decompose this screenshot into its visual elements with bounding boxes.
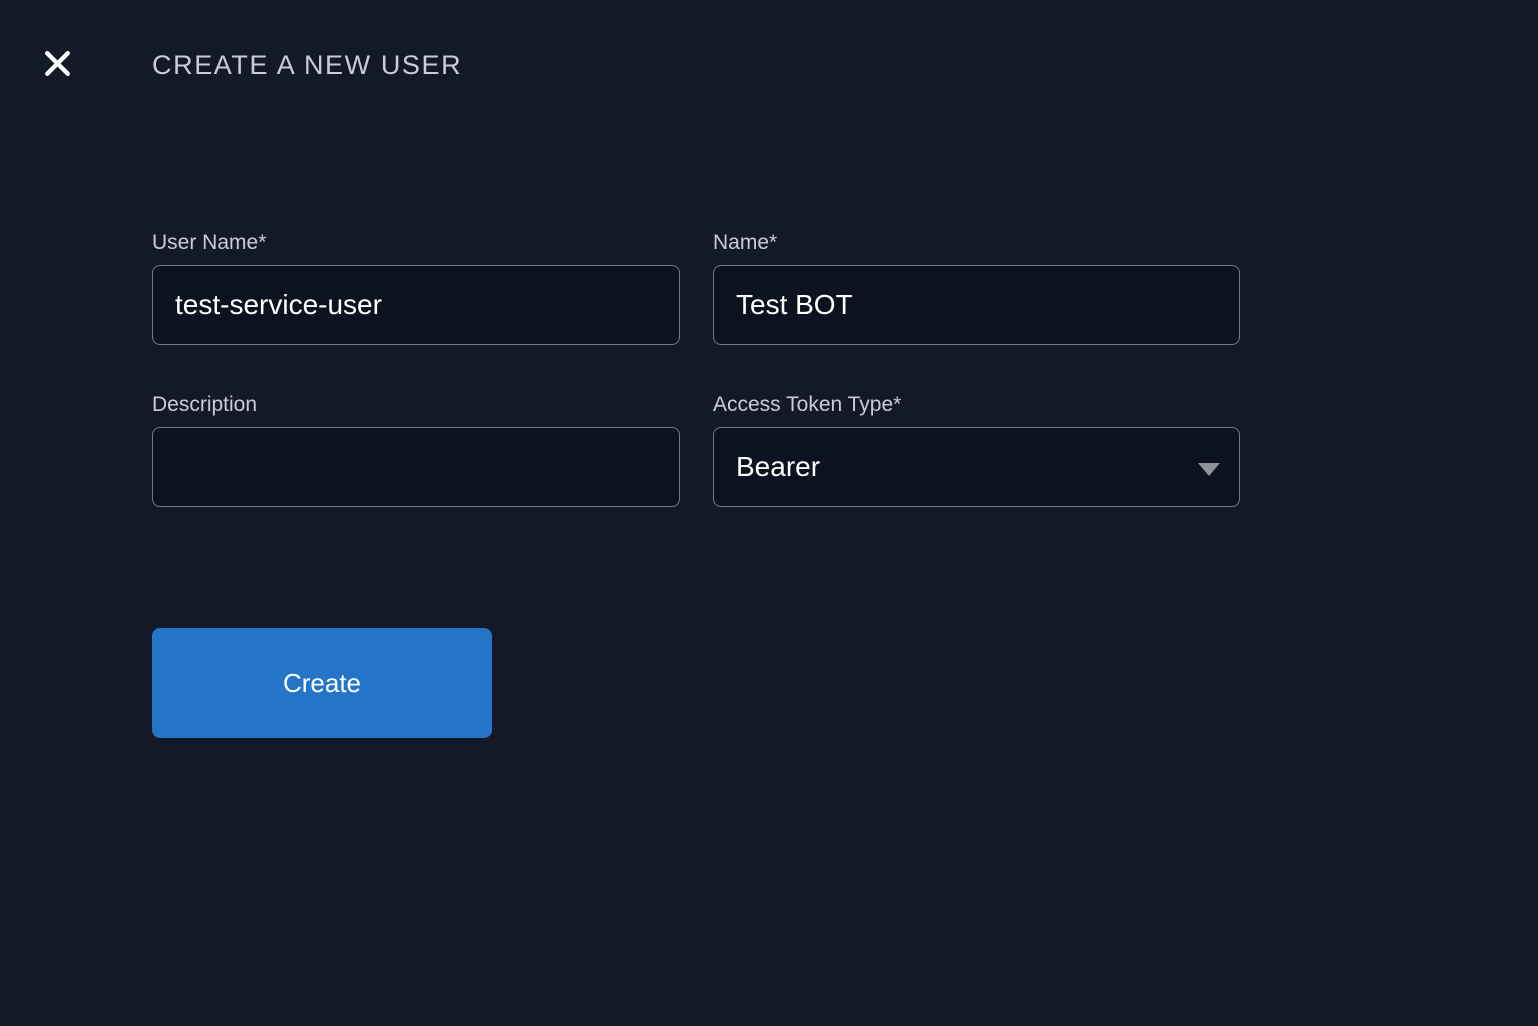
- description-input[interactable]: [152, 427, 680, 507]
- required-marker: *: [893, 393, 902, 416]
- access-token-type-label: Access Token Type*: [713, 393, 902, 416]
- close-button[interactable]: [38, 44, 76, 82]
- chevron-down-icon: [1198, 451, 1220, 483]
- selected-option-label: Bearer: [736, 451, 821, 482]
- required-marker: *: [258, 231, 267, 254]
- name-label: Name*: [713, 231, 778, 254]
- field-user-name: User Name*: [152, 231, 680, 345]
- close-icon: [41, 47, 74, 80]
- field-description: Description: [152, 393, 680, 512]
- user-name-label: User Name*: [152, 231, 267, 254]
- page-title: CREATE A NEW USER: [152, 50, 463, 80]
- name-input[interactable]: [713, 265, 1240, 345]
- field-name: Name*: [713, 231, 1240, 345]
- required-marker: *: [769, 231, 778, 254]
- field-access-token-type: Access Token Type* Bearer: [713, 393, 1240, 512]
- user-name-input[interactable]: [152, 265, 680, 345]
- create-user-form: User Name* Name* Description Access Toke…: [152, 231, 1240, 512]
- create-button[interactable]: Create: [152, 628, 492, 738]
- description-label: Description: [152, 393, 258, 416]
- access-token-type-select[interactable]: Bearer: [713, 427, 1240, 507]
